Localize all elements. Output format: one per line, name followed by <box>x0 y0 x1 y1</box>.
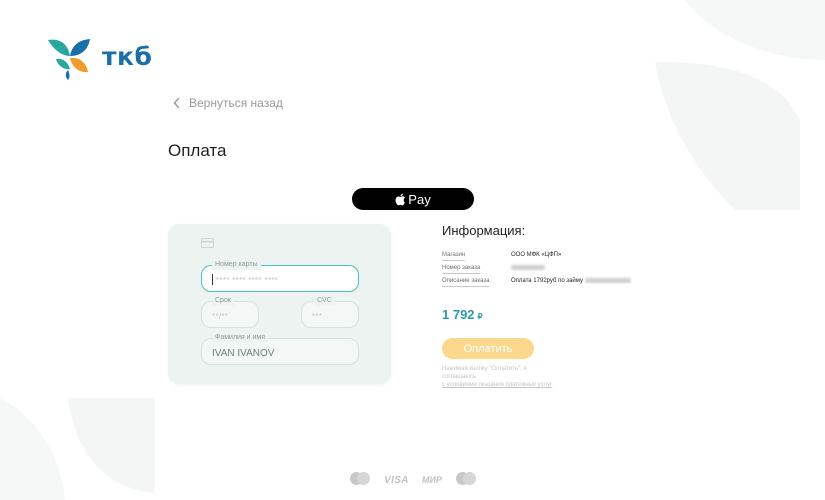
apple-logo-icon <box>395 193 406 205</box>
expiry-label: Срок <box>212 296 234 306</box>
card-number-placeholder: **** **** **** **** <box>216 276 279 285</box>
pay-button[interactable]: Оплатить <box>442 338 534 359</box>
terms-text: Нажимая кнопку "Оплатить", я соглашаюсь … <box>442 365 562 389</box>
mir-logo: МИР <box>421 475 442 485</box>
card-form: Номер карты **** **** **** **** Срок **/… <box>168 224 391 384</box>
tkb-logo-mark-icon <box>48 39 90 80</box>
back-link-label: Вернуться назад <box>189 96 283 110</box>
redacted-value <box>584 277 631 283</box>
info-label: Номер заказа <box>442 264 481 274</box>
mastercard-icon <box>349 471 371 489</box>
amount-currency: ₽ <box>477 312 483 321</box>
info-title: Информация: <box>442 223 526 238</box>
cvc-label: CVC <box>314 296 335 306</box>
terms-link[interactable]: с условиями оказания платежных услуг <box>442 381 562 389</box>
chevron-left-icon <box>173 97 180 109</box>
background-decoration-bottom-left <box>0 398 155 500</box>
logo-text: ткб <box>102 42 153 71</box>
apple-pay-button[interactable]: Pay <box>352 188 474 210</box>
text-cursor <box>212 274 213 285</box>
info-value: ООО МФК «ЦФП» <box>511 252 562 258</box>
maestro-icon <box>455 471 477 489</box>
order-info: Информация: Магазин ООО МФК «ЦФП» Номер … <box>442 223 672 287</box>
info-label: Описание заказа <box>442 277 490 287</box>
info-value-text: Оплата 1792руб по займу <box>511 278 583 284</box>
amount-value: 1 792 <box>442 307 475 322</box>
info-value-redacted <box>511 264 545 272</box>
expiry-field[interactable]: Срок **/** <box>201 296 259 328</box>
apple-pay-label: Pay <box>408 191 431 207</box>
tkb-logo[interactable]: ткб <box>46 36 156 80</box>
payment-brands: VISA МИР <box>349 471 477 489</box>
back-link[interactable]: Вернуться назад <box>172 96 283 110</box>
info-value: Оплата 1792руб по займу <box>511 277 631 285</box>
visa-logo: VISA <box>384 474 409 486</box>
credit-card-icon <box>201 238 214 248</box>
card-number-label: Номер карты <box>212 260 261 270</box>
cvc-placeholder: *** <box>312 312 323 321</box>
terms-line-1: Нажимая кнопку "Оплатить", я соглашаюсь <box>442 366 527 380</box>
amount: 1 792 ₽ <box>442 307 483 322</box>
card-number-field[interactable]: Номер карты **** **** **** **** <box>201 260 359 292</box>
page-title: Оплата <box>168 141 227 160</box>
info-label: Магазин <box>442 251 466 261</box>
cvc-field[interactable]: CVC *** <box>301 296 359 328</box>
cardholder-name-label: Фамилия и имя <box>212 333 269 343</box>
expiry-placeholder: **/** <box>212 312 229 321</box>
cardholder-name-value: IVAN IVANOV <box>212 348 275 359</box>
background-decoration-top-right <box>655 0 825 210</box>
cardholder-name-field[interactable]: Фамилия и имя IVAN IVANOV <box>201 333 359 365</box>
